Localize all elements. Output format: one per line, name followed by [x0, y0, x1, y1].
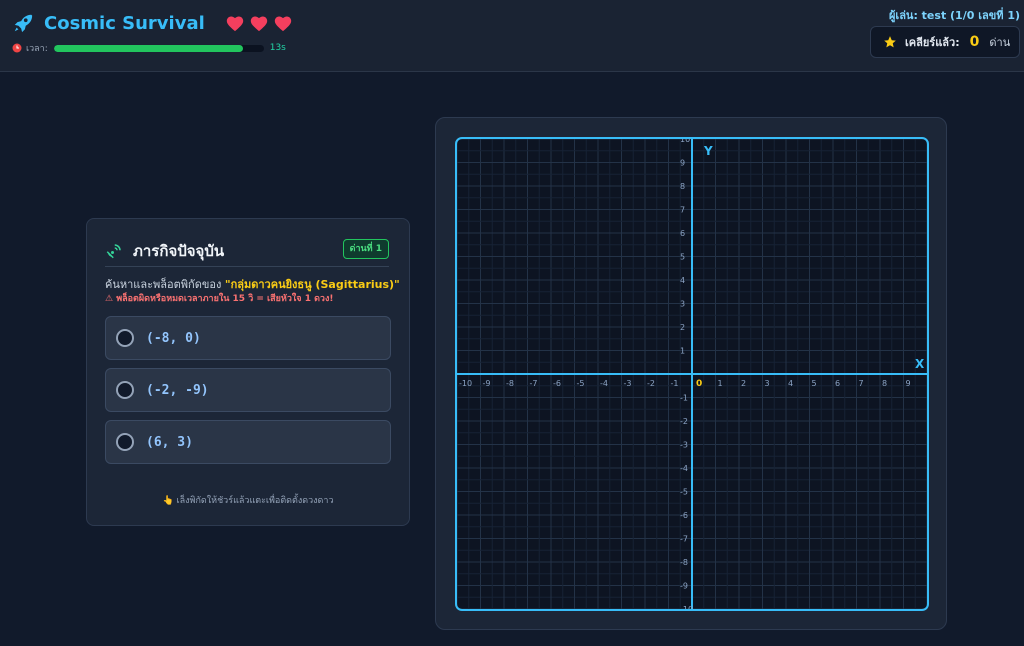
level-badge: ด่านที่ 1 [342, 239, 389, 259]
x-tick-label: -6 [553, 379, 561, 388]
y-tick-label: 9 [680, 159, 685, 168]
x-tick-label: 2 [741, 379, 746, 388]
radio-icon[interactable] [116, 329, 134, 347]
hint-text: 👆 เล็งพิกัดให้ชัวร์แล้วแตะเพื่อติดตั้งดว… [162, 496, 334, 506]
rocket-icon [14, 14, 33, 33]
timer-value: 13s [269, 43, 286, 53]
y-tick-label: -4 [680, 464, 688, 473]
x-tick-label: 9 [906, 379, 911, 388]
y-tick-label: -8 [680, 558, 688, 567]
x-axis-label: X [915, 357, 925, 371]
heart-icon [274, 16, 291, 32]
x-tick-label: -9 [483, 379, 491, 388]
option-label: (-2, -9) [146, 382, 209, 398]
radio-icon[interactable] [116, 381, 134, 399]
x-tick-label: 7 [859, 379, 864, 388]
x-tick-label: 4 [788, 379, 793, 388]
origin-label: 0 [696, 379, 702, 389]
heart-icon [250, 16, 267, 32]
timer-bar [53, 44, 264, 52]
x-tick-label: 6 [835, 379, 840, 388]
timer-label: เวลา: [26, 44, 48, 54]
x-tick-label: -8 [506, 379, 514, 388]
star-icon [884, 36, 896, 48]
cleared-unit: ด่าน [989, 36, 1011, 49]
x-tick-label: -2 [647, 379, 655, 388]
y-tick-label: -7 [680, 535, 688, 544]
y-tick-label: 1 [680, 347, 685, 356]
x-tick-label: 1 [718, 379, 723, 388]
mission-divider [105, 266, 389, 267]
warning-text: ⚠ พล็อตผิดหรือหมดเวลาภายใน 15 วิ = เสียห… [105, 294, 334, 304]
mission-title: ภารกิจปัจจุบัน [133, 242, 225, 260]
game-title: Cosmic Survival [44, 12, 205, 34]
timer-bar-fill [53, 44, 243, 52]
y-tick-label: 2 [680, 323, 685, 332]
y-tick-label: 5 [680, 253, 685, 262]
x-tick-label: 8 [882, 379, 887, 388]
y-tick-label: 4 [680, 276, 685, 285]
target-constellation: "กลุ่มดาวคนยิงธนู (Sagittarius)" [224, 278, 400, 291]
y-tick-label: -2 [680, 417, 688, 426]
timer-row: เวลา: 13s [12, 42, 286, 54]
title-row: Cosmic Survival [12, 10, 293, 36]
x-tick-label: -5 [577, 379, 585, 388]
y-tick-label: 3 [680, 300, 685, 309]
radio-icon[interactable] [116, 433, 134, 451]
y-tick-label: 7 [680, 206, 685, 215]
x-tick-label: -3 [624, 379, 632, 388]
mission-panel: ภารกิจปัจจุบัน ด่านที่ 1 ค้นหาและพล็อตพิ… [86, 218, 410, 526]
y-tick-label: -6 [680, 511, 688, 520]
y-tick-label: -3 [680, 441, 688, 450]
player-info: ผู้เล่น: test (1/0 เลขที่ 1) [888, 9, 1020, 22]
y-tick-label: -1 [680, 394, 688, 403]
cleared-label: เคลียร์แล้ว: [905, 36, 960, 49]
coordinate-option[interactable]: (6, 3) [105, 420, 391, 464]
mission-header: ภารกิจปัจจุบัน [105, 239, 224, 263]
y-axis-label: Y [703, 144, 713, 158]
option-label: (6, 3) [146, 434, 193, 450]
coordinate-options: (-8, 0) (-2, -9) (6, 3) [105, 316, 391, 472]
coordinate-plane[interactable]: -10-9-8-7-6-5-4-3-2-11234567891010987654… [455, 137, 929, 611]
heart-icon [226, 16, 243, 32]
y-tick-label: 8 [680, 182, 685, 191]
x-tick-label: 5 [812, 379, 817, 388]
cleared-count: 0 [969, 34, 980, 50]
y-tick-label: -5 [680, 488, 688, 497]
clock-icon [12, 43, 22, 53]
graph-panel: -10-9-8-7-6-5-4-3-2-11234567891010987654… [435, 117, 947, 630]
cleared-counter: เคลียร์แล้ว: 0 ด่าน [870, 26, 1020, 58]
coordinate-option[interactable]: (-2, -9) [105, 368, 391, 412]
y-tick-label: 6 [680, 229, 685, 238]
x-tick-label: 3 [765, 379, 770, 388]
coordinate-option[interactable]: (-8, 0) [105, 316, 391, 360]
instruction-prefix: ค้นหาและพล็อตพิกัดของ [105, 278, 222, 291]
satellite-icon [106, 244, 121, 259]
option-label: (-8, 0) [146, 330, 201, 346]
lives-hearts [225, 14, 293, 32]
y-tick-label: -9 [680, 582, 688, 591]
x-tick-label: -4 [600, 379, 608, 388]
x-tick-label: -10 [459, 379, 472, 388]
x-tick-label: -1 [671, 379, 679, 388]
x-tick-label: -7 [530, 379, 538, 388]
game-header: Cosmic Survival เวลา: 13s ผู้เล่น: test … [0, 0, 1024, 72]
